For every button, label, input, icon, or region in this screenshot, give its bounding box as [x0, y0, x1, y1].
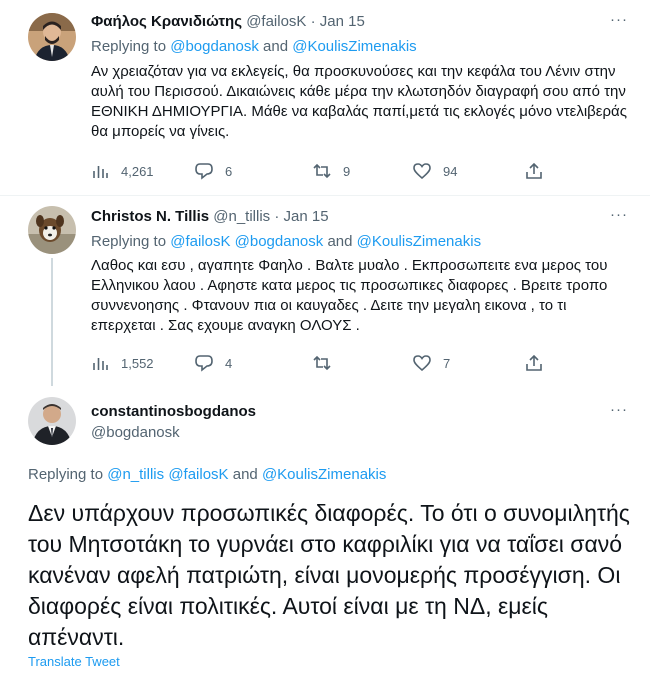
analytics-icon: [93, 358, 108, 370]
mention-joiner: and: [263, 38, 289, 55]
mention-joiner: and: [232, 466, 258, 483]
author-handle[interactable]: @failosK: [246, 13, 306, 30]
like-count: 7: [443, 355, 451, 371]
author-handle[interactable]: @n_tillis: [213, 208, 270, 225]
more-icon[interactable]: ···: [610, 401, 628, 418]
retweet-button[interactable]: [313, 354, 343, 372]
mention-link[interactable]: @KoulisZimenakis: [292, 38, 416, 55]
replying-prefix: Replying to: [28, 466, 104, 483]
retweet-icon: [313, 355, 331, 371]
mention-link[interactable]: @bogdanosk: [170, 38, 259, 55]
reply-count: 4: [225, 355, 233, 371]
views-button[interactable]: 1,552: [91, 354, 154, 372]
tweet-failosk[interactable]: Φαήλος Κρανιδιώτης @failosK · Jan 15 ···…: [0, 0, 650, 190]
tweet-date[interactable]: Jan 15: [320, 13, 365, 30]
reply-button[interactable]: 4: [195, 354, 232, 372]
reply-button[interactable]: 6: [195, 162, 232, 180]
mention-link[interactable]: @failosK: [170, 233, 230, 250]
separator-dot: ·: [310, 13, 316, 30]
replying-to: Replying to @failosK @bogdanosk and @Kou…: [91, 233, 481, 250]
translate-tweet-link[interactable]: Translate Tweet: [28, 654, 120, 669]
mention-link[interactable]: @n_tillis: [107, 466, 164, 483]
tweet-actions: 4,261 6 9 94: [91, 162, 542, 184]
replying-to: Replying to @bogdanosk and @KoulisZimena…: [91, 38, 417, 55]
retweet-count: 9: [343, 163, 351, 179]
mention-joiner: and: [327, 233, 353, 250]
mention-link[interactable]: @failosK: [168, 466, 228, 483]
mention-link[interactable]: @KoulisZimenakis: [262, 466, 386, 483]
avatar-bogdanosk[interactable]: [28, 397, 76, 445]
views-count: 1,552: [121, 355, 154, 371]
retweet-icon: [313, 163, 331, 179]
tweet-header: Φαήλος Κρανιδιώτης @failosK · Jan 15: [91, 13, 365, 30]
like-count: 94: [443, 163, 458, 179]
main-tweet-text: Δεν υπάρχουν προσωπικές διαφορές. Το ότι…: [28, 500, 630, 650]
views-count: 4,261: [121, 163, 154, 179]
like-button[interactable]: 7: [413, 354, 450, 372]
like-icon: [413, 355, 431, 372]
reply-icon: [195, 355, 213, 372]
thread-line: [51, 258, 53, 386]
avatar-n-tillis-image: [28, 206, 76, 254]
share-icon: [526, 354, 542, 371]
avatar-failosk[interactable]: [28, 13, 76, 61]
separator-dot: ·: [274, 208, 280, 225]
mention-link[interactable]: @KoulisZimenakis: [357, 233, 481, 250]
analytics-icon: [93, 166, 108, 178]
avatar-bogdanosk-image: [28, 397, 76, 445]
views-button[interactable]: 4,261: [91, 162, 154, 180]
tweet-text: Αν χρειαζόταν για να εκλεγείς, θα προσκυ…: [91, 63, 627, 140]
retweet-button[interactable]: 9: [313, 162, 350, 180]
replying-prefix: Replying to: [91, 38, 167, 55]
author-name[interactable]: Φαήλος Κρανιδιώτης: [91, 13, 242, 30]
tweet-header: Christos N. Tillis @n_tillis · Jan 15: [91, 208, 329, 225]
tweet-date[interactable]: Jan 15: [284, 208, 329, 225]
replying-to: Replying to @n_tillis @failosK and @Koul…: [28, 466, 386, 483]
more-icon[interactable]: ···: [610, 206, 628, 223]
like-button[interactable]: 94: [413, 162, 457, 180]
replying-prefix: Replying to: [91, 233, 167, 250]
reply-icon: [195, 163, 213, 180]
tweet-n-tillis[interactable]: Christos N. Tillis @n_tillis · Jan 15 ··…: [0, 196, 650, 386]
author-name[interactable]: Christos N. Tillis: [91, 208, 209, 225]
tweet-text: Λαθος και εσυ , αγαπητε Φαηλο . Βαλτε μυ…: [91, 257, 608, 334]
tweet-actions: 1,552 4 7: [91, 354, 542, 376]
share-button[interactable]: [525, 354, 543, 372]
more-icon[interactable]: ···: [610, 11, 628, 28]
reply-count: 6: [225, 163, 233, 179]
mention-link[interactable]: @bogdanosk: [235, 233, 324, 250]
main-author-name[interactable]: constantinosbogdanos: [91, 403, 256, 420]
avatar-n-tillis[interactable]: [28, 206, 76, 254]
share-icon: [526, 162, 542, 179]
avatar-failosk-image: [28, 13, 76, 61]
main-author-handle[interactable]: @bogdanosk: [91, 424, 180, 441]
like-icon: [413, 163, 431, 180]
share-button[interactable]: [525, 162, 543, 180]
